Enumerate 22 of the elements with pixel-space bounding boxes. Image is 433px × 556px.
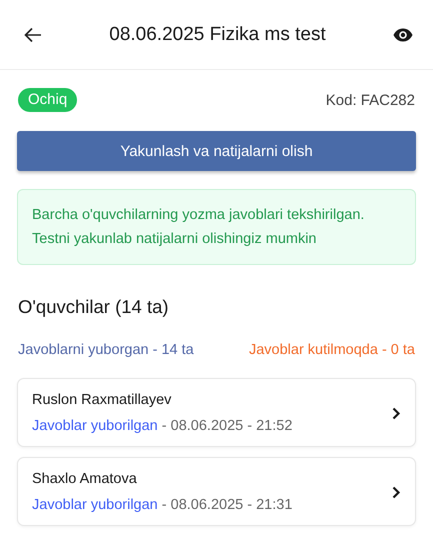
page-title: 08.06.2025 Fizika ms test (109, 24, 326, 46)
back-arrow-icon (24, 26, 42, 42)
student-card[interactable]: Ruslon Raxmatillayev Javoblar yuborilgan - 08.06.2025 - 21:52 (17, 378, 416, 447)
info-alert: Barcha o'quvchilarning yozma javoblari tekshirilgan. Testni yakunlab natijalarni olishingiz mumkin (17, 189, 416, 265)
answer-status: Javoblar yuborilgan (32, 418, 158, 434)
test-code: Kod: FAC282 (326, 92, 415, 108)
back-button[interactable] (24, 26, 42, 42)
chevron-right-icon (392, 486, 401, 498)
submission-time: - 08.06.2025 - 21:31 (162, 497, 292, 513)
answer-count: Javoblar kutilmoqda - 0 ta (248, 342, 415, 358)
eye-icon (393, 28, 413, 42)
preview-button[interactable] (393, 28, 413, 42)
answer-status: Javoblar yuborilgan (32, 497, 158, 513)
submission-time: - 08.06.2025 - 21:52 (162, 418, 292, 434)
students-heading: O'quvchilar (14 ta) (18, 296, 170, 318)
chevron-right-icon (392, 406, 401, 420)
student-card[interactable]: Shaxlo Amatova Javoblar yuborilgan - 08.06.2025 - 21:31 (17, 457, 416, 526)
student-name: Ruslon Raxmatillayev (32, 392, 172, 408)
answer-count: Javoblarni yuborgan - 14 ta (18, 342, 194, 358)
status-badge: Ochiq (18, 88, 78, 112)
student-name: Shaxlo Amatova (32, 471, 138, 487)
finish-button[interactable]: Yakunlash va natijalarni olish (17, 131, 416, 171)
